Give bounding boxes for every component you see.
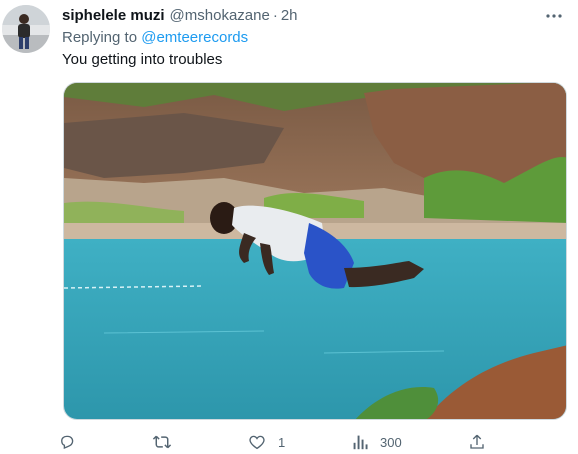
views-icon [353, 435, 368, 450]
tweet-text: You getting into troubles [62, 51, 223, 68]
photo-cliff-jump [64, 83, 566, 419]
retweet-icon [152, 435, 172, 449]
replying-to: Replying to @emteerecords [62, 29, 248, 46]
share-button[interactable] [468, 430, 486, 454]
retweet-button[interactable] [152, 430, 184, 454]
views-button[interactable]: 300 [352, 430, 402, 454]
more-button[interactable] [544, 6, 564, 26]
display-name[interactable]: siphelele muzi [62, 7, 165, 24]
avatar-image [2, 5, 50, 53]
reply-icon [61, 435, 74, 450]
like-button[interactable]: 1 [248, 430, 285, 454]
like-count: 1 [278, 434, 286, 450]
replying-prefix: Replying to [62, 29, 138, 46]
reply-button[interactable] [58, 430, 88, 454]
tweet[interactable]: siphelele muzi @mshokazane · 2h Replying… [0, 0, 578, 454]
avatar[interactable] [2, 5, 50, 53]
timestamp[interactable]: 2h [281, 7, 298, 24]
user-handle[interactable]: @mshokazane [170, 7, 270, 24]
separator-dot: · [272, 7, 278, 24]
tweet-header: siphelele muzi @mshokazane · 2h [62, 7, 298, 24]
like-icon [249, 435, 265, 450]
replying-to-link[interactable]: @emteerecords [141, 29, 248, 46]
share-icon [470, 434, 484, 449]
view-count: 300 [380, 434, 402, 450]
tweet-actions: 1 300 [58, 430, 498, 454]
more-icon [546, 14, 562, 18]
tweet-photo[interactable] [63, 82, 567, 420]
